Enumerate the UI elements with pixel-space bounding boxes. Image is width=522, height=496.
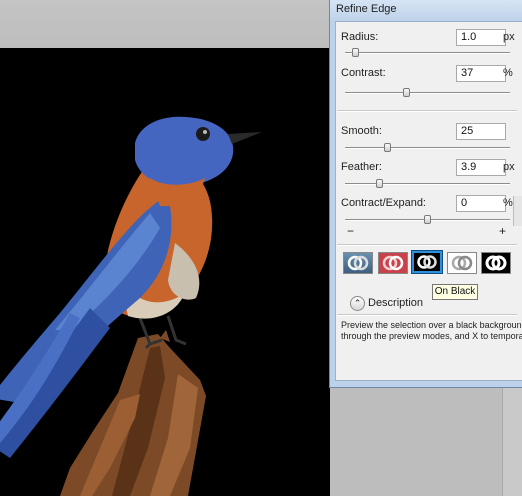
contrast-slider-track[interactable] [345,92,510,94]
section-divider [337,110,517,112]
description-collapse-icon[interactable]: ⌃ [350,296,365,311]
minus-label: − [347,224,355,238]
contract-expand-slider-thumb[interactable] [424,215,431,224]
preview-mask-button[interactable] [481,252,511,274]
smooth-field[interactable]: 25 [456,123,506,140]
contract-expand-field[interactable]: 0 [456,195,506,212]
section-divider-3 [337,314,517,316]
on-black-icon [417,255,437,269]
smooth-label: Smooth: [341,125,382,137]
section-divider-2 [337,244,517,246]
description-label: Description [368,297,424,309]
quick-mask-icon [382,255,404,271]
smooth-slider-track[interactable] [345,147,510,149]
mask-icon [485,255,507,271]
contract-expand-label: Contract/Expand: [341,197,426,209]
feather-unit: px [503,161,515,173]
feather-slider-thumb[interactable] [376,179,383,188]
on-black-tooltip: On Black [432,284,478,300]
standard-icon [347,255,369,271]
bluebird-photo [0,116,262,496]
preview-quick-mask-button[interactable] [378,252,408,274]
feather-slider-track[interactable] [345,183,510,185]
contrast-label: Contrast: [341,67,386,79]
radius-label: Radius: [341,31,379,43]
radius-unit: px [503,31,515,43]
radius-field[interactable]: 1.0 [456,29,506,46]
contrast-field[interactable]: 37 [456,65,506,82]
description-line-1: Preview the selection over a black backg… [341,320,522,330]
contract-expand-unit: % [503,197,513,209]
vertical-scrollbar[interactable] [502,388,522,496]
document-top-area [0,0,330,48]
plus-label: + [499,224,507,238]
preview-on-black-button[interactable] [412,251,442,273]
on-white-icon [451,255,473,271]
preview-standard-button[interactable] [343,252,373,274]
dialog-titlebar[interactable]: Refine Edge [330,0,522,20]
dialog-title: Refine Edge [336,3,397,15]
preview-on-white-button[interactable] [447,252,477,274]
description-line-2: through the preview modes, and X to temp… [341,331,522,341]
smooth-slider-thumb[interactable] [384,143,391,152]
radius-slider-track[interactable] [345,52,510,54]
contrast-unit: % [503,67,513,79]
feather-label: Feather: [341,161,382,173]
dialog-right-edge [513,196,522,226]
radius-slider-thumb[interactable] [352,48,359,57]
workspace-background [330,388,522,496]
feather-field[interactable]: 3.9 [456,159,506,176]
contrast-slider-thumb[interactable] [403,88,410,97]
image-canvas[interactable] [0,48,330,496]
